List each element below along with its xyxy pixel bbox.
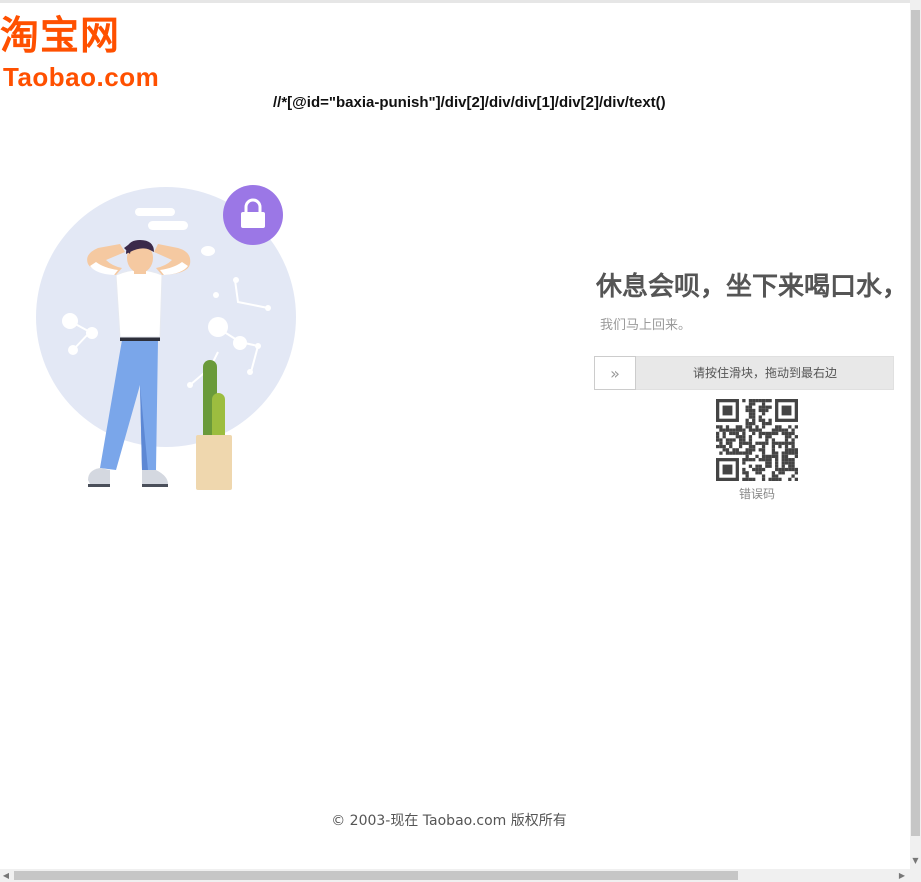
error-code-label: 错误码 — [738, 487, 775, 501]
vertical-scrollbar-thumb[interactable] — [911, 10, 920, 836]
slider-captcha[interactable]: » 请按住滑块，拖动到最右边 — [594, 356, 894, 390]
footer-copyright: © 2003-现在 Taobao.com 版权所有 — [331, 813, 567, 829]
scrollbar-corner — [910, 869, 921, 882]
top-border — [0, 0, 921, 3]
horizontal-scrollbar[interactable]: ◀ ▶ — [0, 869, 921, 882]
slider-handle[interactable]: » — [594, 356, 636, 390]
double-chevron-right-icon: » — [610, 363, 620, 383]
scroll-left-arrow-icon[interactable]: ◀ — [0, 869, 12, 882]
scroll-down-arrow-icon[interactable]: ▼ — [911, 856, 920, 866]
resting-person-illustration — [36, 185, 296, 490]
scroll-right-arrow-icon[interactable]: ▶ — [896, 869, 908, 882]
lock-icon — [223, 185, 283, 245]
horizontal-scrollbar-thumb[interactable] — [14, 871, 738, 880]
slider-instruction: 请按住滑块，拖动到最右边 — [692, 366, 837, 380]
rest-message-headline: 休息会呗，坐下来喝口水， — [596, 272, 909, 302]
taobao-logo[interactable]: 淘宝网 Taobao.com — [0, 14, 175, 94]
vertical-scrollbar[interactable]: ▼ — [910, 0, 921, 869]
logo-english-text: Taobao.com — [3, 62, 160, 92]
debug-xpath-text: //*[@id="baxia-punish"]/div[2]/div/div[1… — [273, 94, 666, 111]
qr-code — [716, 399, 798, 481]
rest-message-subline: 我们马上回来。 — [600, 318, 692, 333]
logo-chinese-text: 淘宝网 — [0, 14, 121, 59]
